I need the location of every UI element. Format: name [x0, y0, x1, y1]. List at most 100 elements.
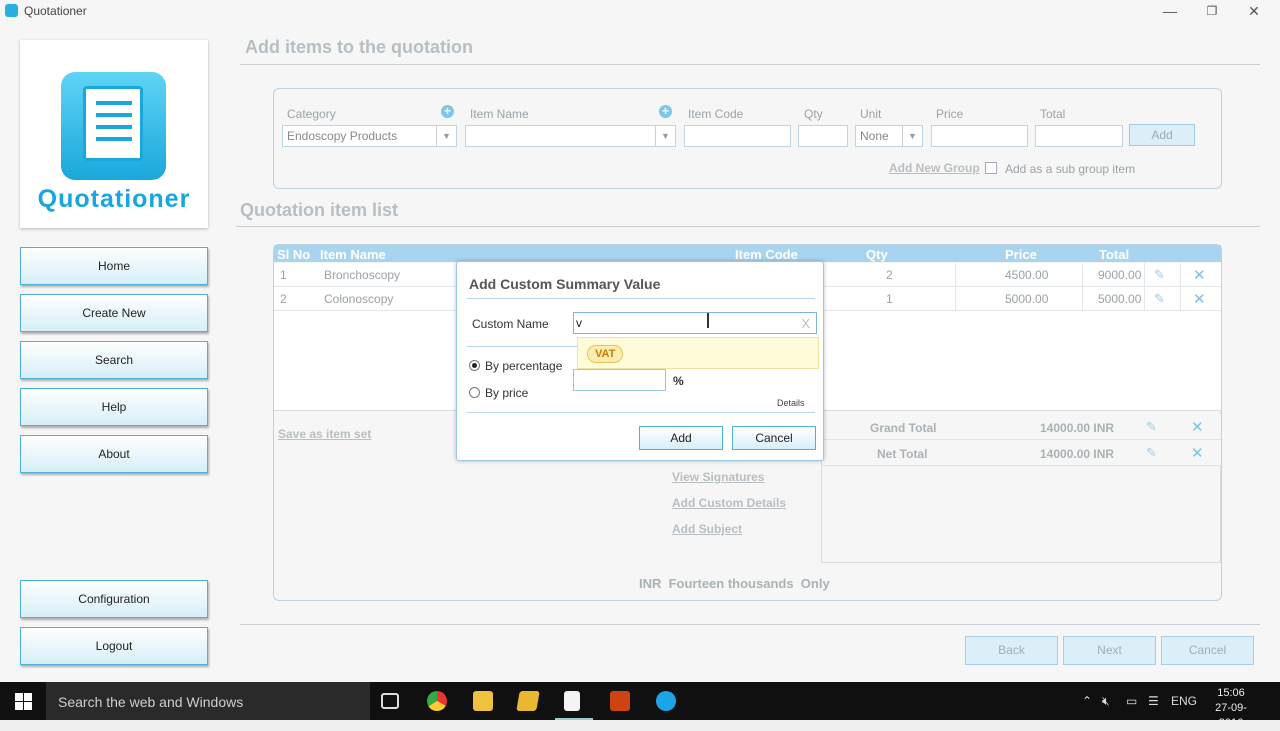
col-price: Price: [1005, 247, 1037, 262]
text-cursor-icon: [707, 313, 709, 328]
dialog-cancel-button[interactable]: Cancel: [732, 426, 816, 450]
help-button[interactable]: Help: [20, 388, 208, 426]
next-button[interactable]: Next: [1063, 636, 1156, 665]
row-sl: 2: [280, 292, 287, 306]
window-title: Quotationer: [24, 4, 87, 18]
tray-chevron-up-icon[interactable]: ⌃: [1082, 694, 1092, 708]
divider: [236, 226, 1260, 227]
chevron-down-icon: ▼: [655, 126, 675, 146]
details-link[interactable]: Details: [777, 398, 805, 408]
acrobat-icon[interactable]: [610, 691, 630, 711]
windows-start-icon[interactable]: [15, 693, 32, 710]
network-icon[interactable]: ▭: [1126, 694, 1137, 708]
net-total-row: Net Total 14000.00 INR ✎ ✕: [822, 440, 1221, 466]
close-button[interactable]: ✕: [1244, 2, 1264, 20]
taskbar-clock[interactable]: 15:06 27-09-2016: [1206, 686, 1256, 731]
delete-x-icon[interactable]: ✕: [1191, 444, 1204, 462]
view-signatures-link[interactable]: View Signatures: [672, 470, 764, 484]
row-sl: 1: [280, 268, 287, 282]
amount-in-words: INR Fourteen thousands Only: [639, 576, 830, 591]
logo-card: Quotationer: [20, 40, 208, 228]
price-label: Price: [936, 107, 964, 121]
edit-pencil-icon[interactable]: ✎: [1146, 419, 1157, 435]
row-name: Colonoscopy: [324, 292, 394, 306]
restore-button[interactable]: ❐: [1202, 2, 1222, 20]
search-button[interactable]: Search: [20, 341, 208, 379]
delete-x-icon[interactable]: ✕: [1191, 418, 1204, 436]
skype-icon[interactable]: [656, 691, 676, 711]
sub-group-label: Add as a sub group item: [1005, 162, 1136, 176]
add-new-group-link[interactable]: Add New Group: [889, 161, 980, 175]
suggestion-dropdown: VAT: [577, 337, 819, 369]
row-price: 5000.00: [1005, 292, 1049, 306]
col-item-name: Item Name: [320, 247, 386, 262]
folder-icon[interactable]: [516, 691, 540, 711]
file-explorer-icon[interactable]: [473, 691, 493, 711]
add-subject-link[interactable]: Add Subject: [672, 522, 742, 536]
notepad-icon[interactable]: [564, 691, 580, 711]
edit-pencil-icon[interactable]: ✎: [1154, 267, 1165, 283]
logo-text: Quotationer: [37, 185, 191, 213]
custom-name-label: Custom Name: [472, 317, 549, 331]
clear-icon[interactable]: X: [801, 314, 810, 334]
home-button[interactable]: Home: [20, 247, 208, 285]
volume-muted-icon[interactable]: 🔇︎: [1102, 694, 1110, 709]
divider: [240, 64, 1260, 65]
row-qty: 1: [886, 292, 893, 306]
sub-group-checkbox[interactable]: [985, 162, 997, 174]
grand-total-row: Grand Total 14000.00 INR ✎ ✕: [822, 414, 1221, 440]
edit-pencil-icon[interactable]: ✎: [1146, 445, 1157, 461]
add-custom-summary-dialog: Add Custom Summary Value Custom Name v X…: [456, 261, 824, 461]
delete-x-icon[interactable]: ✕: [1193, 266, 1206, 284]
task-view-icon[interactable]: [381, 693, 399, 709]
qty-label: Qty: [804, 107, 823, 121]
app-icon: [5, 4, 18, 17]
divider: [467, 298, 815, 299]
add-item-icon[interactable]: +: [659, 105, 672, 118]
by-price-radio[interactable]: [469, 387, 480, 398]
logout-button[interactable]: Logout: [20, 627, 208, 665]
notifications-icon[interactable]: ☰: [1148, 694, 1159, 708]
clock-date: 27-09-2016: [1215, 702, 1247, 729]
language-indicator[interactable]: ENG: [1171, 694, 1197, 708]
row-name: Bronchoscopy: [324, 268, 401, 282]
category-select[interactable]: Endoscopy Products ▼: [282, 125, 457, 147]
price-input[interactable]: [931, 125, 1028, 147]
qty-input[interactable]: [798, 125, 848, 147]
about-button[interactable]: About: [20, 435, 208, 473]
col-sl-no: Sl No: [277, 247, 311, 262]
title-bar: Quotationer — ❐ ✕: [0, 0, 1280, 22]
save-as-item-set-link[interactable]: Save as item set: [278, 427, 371, 441]
total-label: Total: [1040, 107, 1066, 121]
edit-pencil-icon[interactable]: ✎: [1154, 291, 1165, 307]
percent-sign: %: [673, 374, 684, 388]
by-percentage-label: By percentage: [485, 359, 563, 373]
dialog-add-button[interactable]: Add: [639, 426, 723, 450]
taskbar-search[interactable]: Search the web and Windows: [46, 682, 370, 720]
app-window: Quotationer — ❐ ✕ Quotationer Home Creat…: [0, 0, 1280, 682]
add-category-icon[interactable]: +: [441, 105, 454, 118]
col-total: Total: [1099, 247, 1130, 262]
percentage-input[interactable]: [573, 369, 666, 391]
chrome-icon[interactable]: [427, 691, 447, 711]
by-percentage-radio[interactable]: [469, 360, 480, 371]
chevron-down-icon: ▼: [436, 126, 456, 146]
add-item-button[interactable]: Add: [1129, 124, 1195, 146]
net-total-label: Net Total: [877, 447, 928, 461]
item-name-select[interactable]: ▼: [465, 125, 676, 147]
item-code-input[interactable]: [684, 125, 791, 147]
cancel-button[interactable]: Cancel: [1161, 636, 1254, 665]
unit-select[interactable]: None ▼: [855, 125, 923, 147]
configuration-button[interactable]: Configuration: [20, 580, 208, 618]
total-input[interactable]: [1035, 125, 1123, 147]
suggestion-vat[interactable]: VAT: [587, 345, 624, 363]
add-custom-details-link[interactable]: Add Custom Details: [672, 496, 786, 510]
col-qty: Qty: [866, 247, 888, 262]
divider: [467, 412, 815, 413]
delete-x-icon[interactable]: ✕: [1193, 290, 1206, 308]
create-new-button[interactable]: Create New: [20, 294, 208, 332]
grand-total-value: 14000.00 INR: [1040, 421, 1115, 435]
back-button[interactable]: Back: [965, 636, 1058, 665]
custom-name-input[interactable]: v X: [573, 312, 817, 334]
minimize-button[interactable]: —: [1160, 2, 1180, 20]
